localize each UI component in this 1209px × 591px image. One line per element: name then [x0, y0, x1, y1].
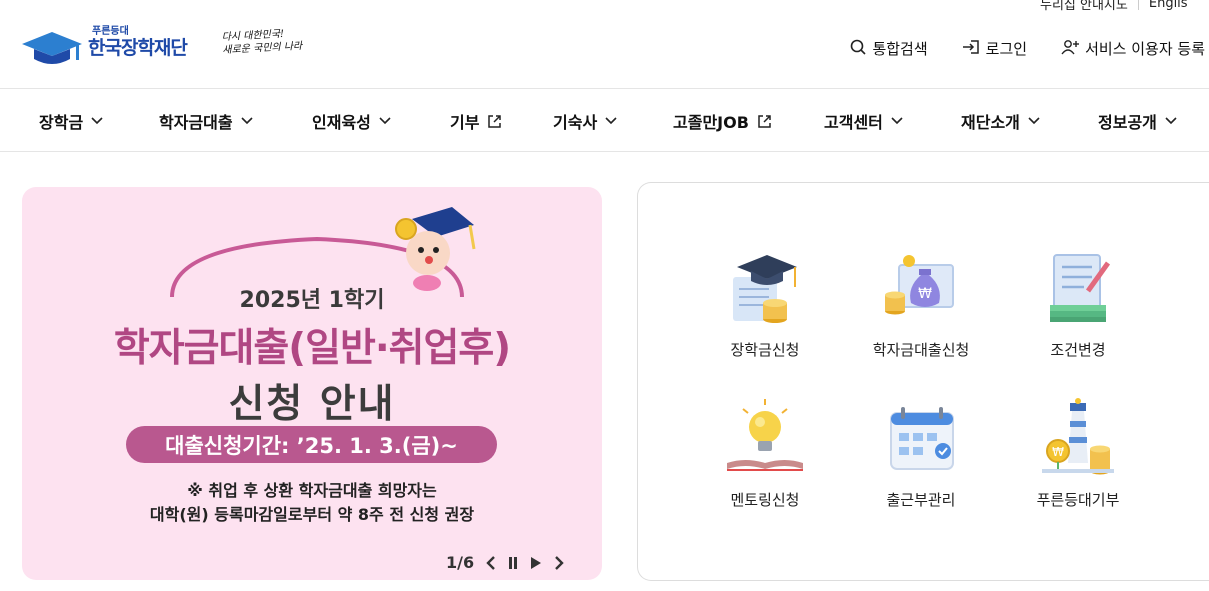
search-label: 통합검색 [872, 40, 928, 58]
nav-label: 장학금 [39, 113, 84, 132]
quick-link-label: 푸른등대기부 [1036, 491, 1120, 509]
slogan: 다시 대한민국! 새로운 국민의 나라 [221, 27, 302, 57]
banner-period-pill: 대출신청기간: ’25. 1. 3.(금)~ [126, 426, 497, 463]
quick-link-label: 조건변경 [1050, 341, 1106, 359]
nav-label: 정보공개 [1098, 113, 1157, 132]
chevron-down-icon [891, 117, 903, 125]
search-button[interactable]: 통합검색 [850, 38, 928, 59]
play-button[interactable] [530, 556, 542, 570]
quick-link-student-loan[interactable]: ₩ 학자금대출신청 [846, 247, 996, 360]
quick-link-label: 학자금대출신청 [872, 341, 970, 359]
svg-text:₩: ₩ [1052, 445, 1064, 459]
quick-links-panel: 장학금신청 ₩ 학자금대출신청 조건변경 멘토링신청 출근부관리 ₩ 푸른등대기… [637, 182, 1209, 581]
chevron-down-icon [1165, 117, 1177, 125]
nav-item-donation[interactable]: 기부 [450, 109, 502, 133]
banner-title: 학자금대출(일반·취업후) [113, 326, 511, 371]
chevron-down-icon [241, 117, 253, 125]
next-slide-button[interactable] [554, 555, 564, 570]
nav-item-customer-center[interactable]: 고객센터 [824, 109, 903, 133]
chevron-down-icon [605, 117, 617, 125]
login-label: 로그인 [985, 40, 1028, 58]
pause-icon [509, 556, 518, 569]
lightbulb-book-icon [727, 399, 803, 471]
banner-pager: 1/6 [446, 553, 475, 572]
pause-button[interactable] [508, 556, 518, 570]
banner-subtitle: 신청 안내 [228, 382, 396, 427]
nav-item-scholarship[interactable]: 장학금 [39, 109, 103, 133]
chevron-down-icon [1028, 117, 1040, 125]
quick-link-scholarship[interactable]: 장학금신청 [690, 247, 840, 360]
nav-label: 학자금대출 [159, 113, 233, 132]
register-button[interactable]: 서비스 이용자 등록 [1061, 38, 1205, 59]
nav-label: 인재육성 [312, 113, 371, 132]
nav-item-job[interactable]: 고졸만JOB [673, 109, 772, 133]
nav-label: 기부 [450, 113, 480, 132]
user-add-icon [1061, 39, 1080, 59]
document-edit-icon [1050, 254, 1111, 322]
banner-note-line2: 대학(원) 등록마감일로부터 약 8주 전 신청 권장 [149, 505, 475, 524]
login-icon [962, 39, 980, 59]
login-button[interactable]: 로그인 [962, 38, 1027, 59]
slogan-line2: 새로운 국민의 나라 [222, 40, 303, 57]
nav-item-student-loan[interactable]: 학자금대출 [159, 109, 253, 133]
quick-link-attendance[interactable]: 출근부관리 [846, 397, 996, 510]
external-link-icon [488, 114, 502, 128]
mascot-icon [395, 207, 476, 291]
nav-item-talent[interactable]: 인재육성 [312, 109, 391, 133]
chevron-down-icon [91, 117, 103, 125]
quick-link-mentoring[interactable]: 멘토링신청 [690, 397, 840, 510]
banner-carousel[interactable]: 2025년 1학기 학자금대출(일반·취업후) 신청 안내 대출신청기간: ’2… [22, 187, 602, 580]
nav-item-dormitory[interactable]: 기숙사 [553, 109, 617, 133]
main-nav: 장학금 학자금대출 인재육성 기부 기숙사 고졸만JOB 고객센터 재단소개 정… [0, 89, 1209, 152]
chevron-left-icon [486, 555, 495, 570]
prev-slide-button[interactable] [486, 555, 496, 570]
play-icon [531, 556, 542, 569]
external-link-icon [758, 114, 771, 128]
nav-label: 고객센터 [824, 113, 883, 132]
chevron-down-icon [379, 117, 391, 125]
header-menu: 통합검색 로그인 서비스 이용자 등록 [850, 38, 1205, 59]
register-label: 서비스 이용자 등록 [1085, 40, 1205, 58]
calendar-icon [890, 407, 954, 470]
graduation-cap-icon [733, 255, 797, 323]
banner-period: 대출신청기간: ’25. 1. 3.(금)~ [165, 433, 458, 458]
money-bag-icon: ₩ [885, 255, 954, 315]
quick-link-condition-change[interactable]: 조건변경 [1003, 247, 1153, 360]
quick-link-label: 장학금신청 [730, 341, 800, 359]
nav-label: 고졸만JOB [673, 113, 749, 132]
quick-link-label: 멘토링신청 [730, 491, 800, 509]
chevron-right-icon [555, 555, 564, 570]
nav-item-about[interactable]: 재단소개 [961, 109, 1040, 133]
nav-label: 재단소개 [961, 113, 1020, 132]
graduation-cap-logo-icon [22, 27, 86, 67]
banner-note-line1: ※ 취업 후 상환 학자금대출 희망자는 [187, 481, 437, 500]
quick-link-donation[interactable]: ₩ 푸른등대기부 [1003, 397, 1153, 510]
quick-link-label: 출근부관리 [886, 491, 956, 509]
banner-controls: 1/6 [446, 553, 564, 572]
header: 푸른등대 한국장학재단 다시 대한민국! 새로운 국민의 나라 통합검색 로그인… [0, 0, 1209, 89]
logo-main: 한국장학재단 [88, 37, 188, 59]
svg-text:₩: ₩ [918, 286, 932, 302]
banner-year: 2025년 1학기 [239, 288, 385, 313]
logo-sub: 푸른등대 [92, 26, 129, 37]
search-icon [850, 39, 867, 59]
logo[interactable]: 푸른등대 한국장학재단 [22, 26, 188, 67]
nav-item-disclosure[interactable]: 정보공개 [1098, 109, 1177, 133]
nav-label: 기숙사 [553, 113, 598, 132]
lighthouse-icon: ₩ [1042, 398, 1114, 475]
